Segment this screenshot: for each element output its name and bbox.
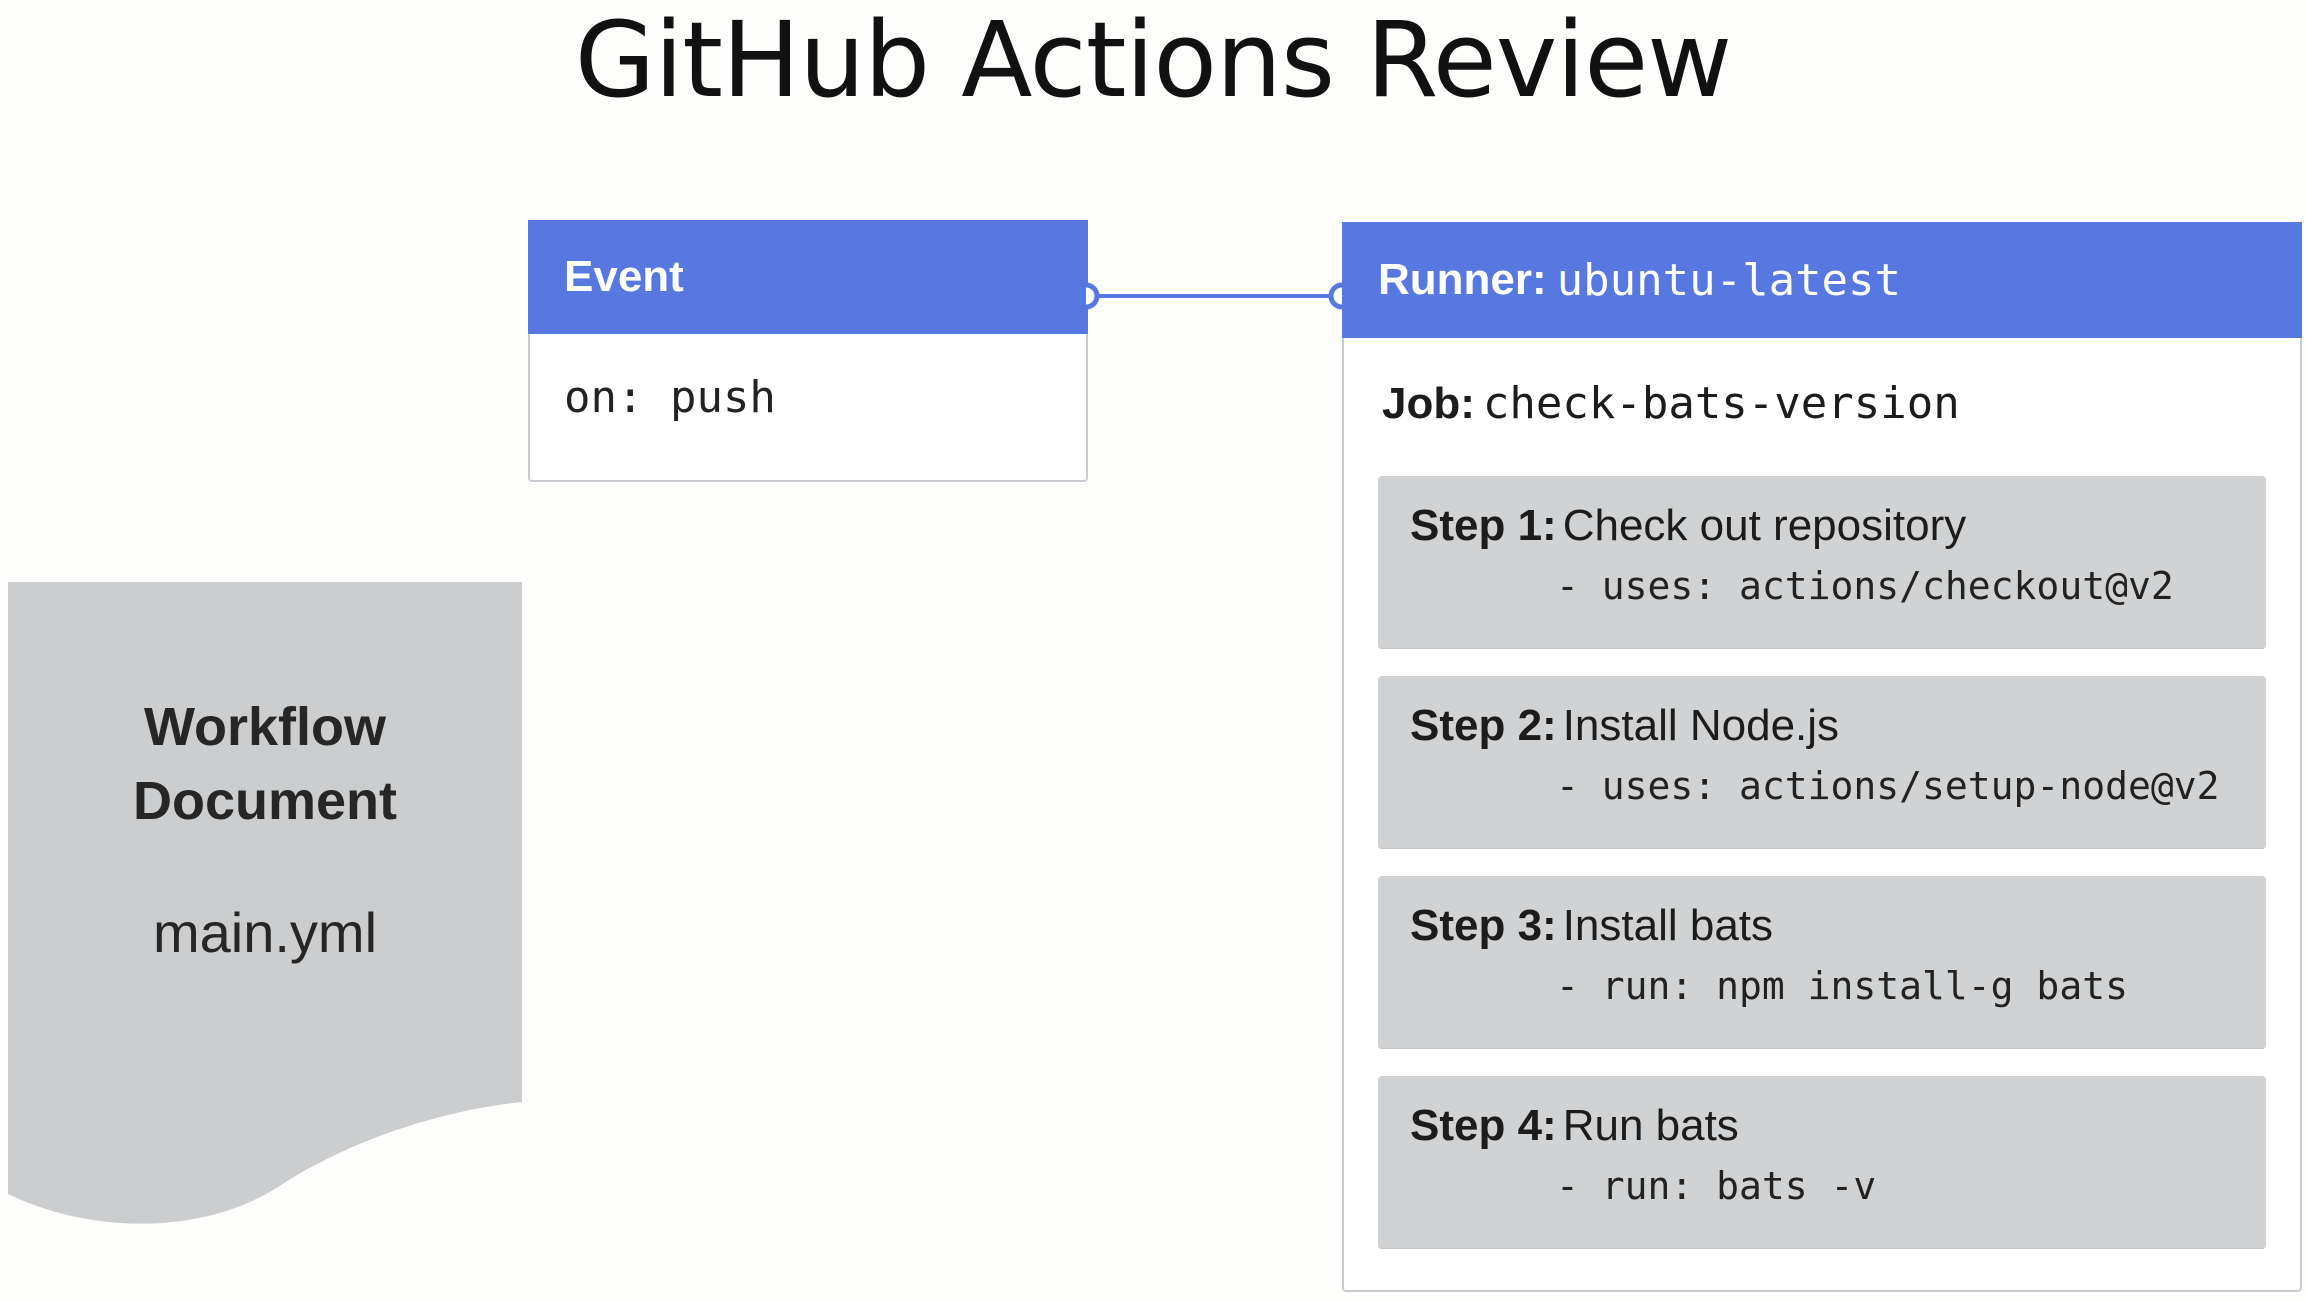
step-label: Step 3: — [1410, 901, 1557, 950]
step-label: Step 4: — [1410, 1101, 1557, 1150]
step-1: Step 1: Check out repository - uses: acti… — [1378, 476, 2266, 648]
event-runner-connector — [1086, 282, 1342, 310]
document-title-line1: Workflow — [144, 697, 386, 757]
job-label: Job: — [1382, 379, 1475, 428]
step-command: - uses: actions/setup-node@v2 — [1556, 764, 2220, 808]
step-title: Install Node.js — [1562, 701, 1840, 750]
job-line: Job: check-bats-version — [1344, 338, 2300, 442]
step-label: Step 2: — [1410, 701, 1557, 750]
runner-label: Runner: — [1378, 255, 1547, 304]
event-header: Event — [528, 220, 1088, 334]
step-4: Step 4: Run bats - run: bats -v — [1378, 1076, 2266, 1248]
step-command: - run: bats -v — [1556, 1164, 1877, 1208]
step-2: Step 2: Install Node.js - uses: actions/s… — [1378, 676, 2266, 848]
document-filename: main.yml — [152, 901, 378, 964]
connector-start-dot — [1086, 282, 1100, 310]
steps-list: Step 1: Check out repository - uses: acti… — [1378, 476, 2266, 1276]
document-title: Workflow Document — [8, 690, 522, 838]
step-command: - uses: actions/checkout@v2 — [1556, 564, 2174, 608]
event-header-label: Event — [564, 252, 684, 301]
step-command: - run: npm install-g bats — [1556, 964, 2128, 1008]
job-value: check-bats-version — [1482, 378, 1960, 429]
page-title: GitHub Actions Review — [574, 0, 1732, 121]
step-title: Install bats — [1562, 901, 1774, 950]
event-box: Event on: push — [528, 220, 1088, 482]
connector-end-dot — [1328, 282, 1342, 310]
document-title-line2: Document — [132, 771, 397, 831]
runner-box: Runner: ubuntu-latest Job: check-bats-ver… — [1342, 222, 2302, 1292]
step-label: Step 1: — [1410, 501, 1557, 550]
workflow-document: Workflow Document main.yml — [8, 582, 522, 1230]
runner-value: ubuntu-latest — [1556, 254, 1902, 306]
step-title: Check out repository — [1562, 501, 1967, 550]
event-trigger: on: push — [564, 372, 776, 423]
step-title: Run bats — [1562, 1101, 1739, 1150]
step-3: Step 3: Install bats - run: npm install-g… — [1378, 876, 2266, 1048]
runner-header: Runner: ubuntu-latest — [1342, 222, 2302, 338]
